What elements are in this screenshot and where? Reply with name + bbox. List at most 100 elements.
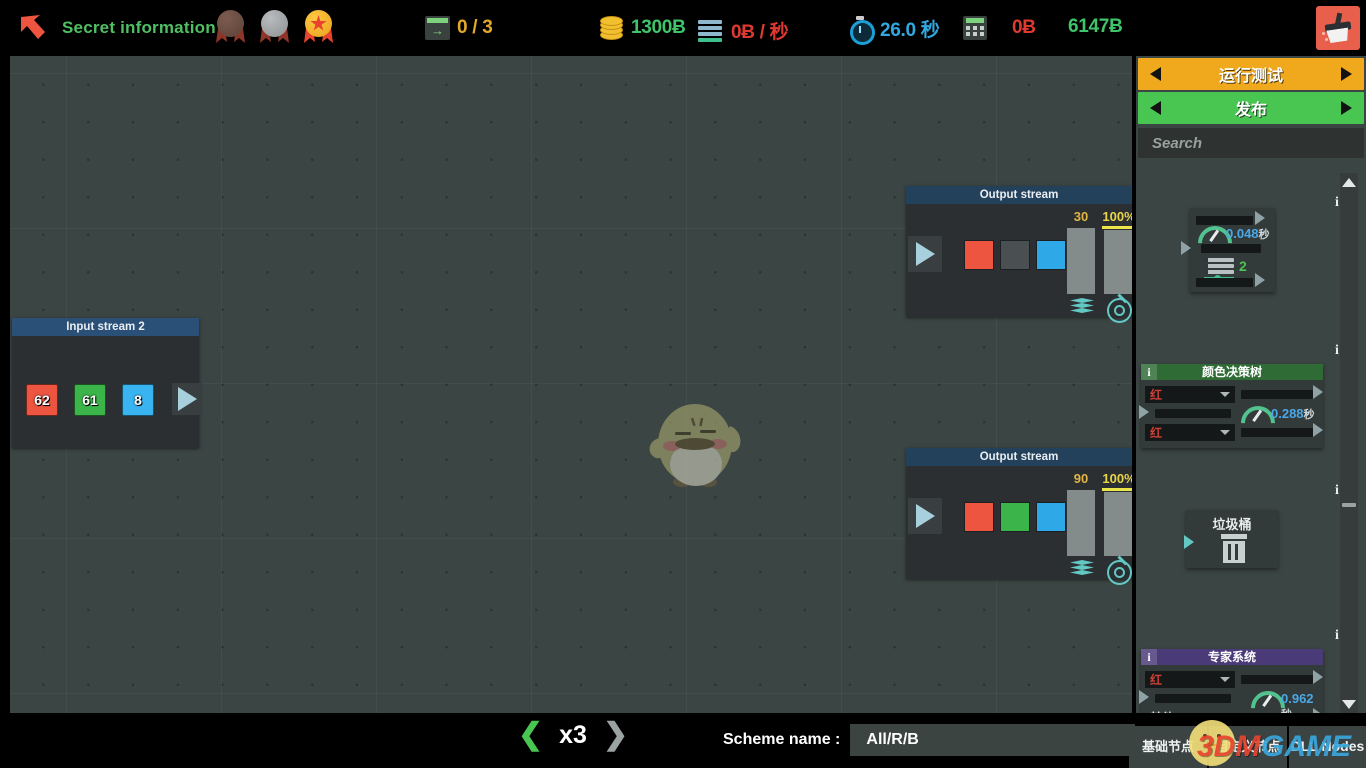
medal-gold bbox=[301, 10, 335, 46]
node-time-value: 0.048 bbox=[1226, 226, 1259, 241]
node-time-label: 0.288秒 bbox=[1271, 406, 1315, 422]
output-stream-input-port[interactable] bbox=[908, 498, 942, 534]
output-pattern bbox=[964, 502, 1066, 532]
layers-icon bbox=[1070, 560, 1094, 577]
node-input-port[interactable] bbox=[1184, 535, 1194, 549]
pattern-square-green bbox=[1000, 502, 1030, 532]
speed-decrease-button[interactable]: ❮ bbox=[518, 720, 543, 750]
color-dropdown-top[interactable]: 红 bbox=[1145, 386, 1235, 403]
publish-label: 发布 bbox=[1234, 102, 1267, 119]
target-icon bbox=[1107, 298, 1132, 323]
node-output-port[interactable] bbox=[1255, 273, 1265, 287]
palette-item-color-decision-tree[interactable]: i i 颜色决策树 红 0.288秒 红 bbox=[1136, 342, 1348, 482]
timer-node-card[interactable]: 0.048秒 2 bbox=[1181, 208, 1275, 292]
card-header: i 专家系统 bbox=[1141, 649, 1323, 665]
node-slot[interactable] bbox=[1196, 216, 1253, 225]
tab-dll-nodes[interactable]: DLL Nodes bbox=[1289, 726, 1366, 768]
palette-item-trash-can[interactable]: i 垃圾桶 bbox=[1136, 482, 1348, 627]
input-block[interactable]: 61 bbox=[74, 384, 106, 416]
stat-money: 1300Ƀ bbox=[598, 16, 686, 40]
search-field[interactable] bbox=[1138, 128, 1364, 158]
scroll-up-button[interactable] bbox=[1340, 173, 1358, 191]
scheme-name-row: Scheme name : bbox=[723, 724, 1136, 756]
node-canvas[interactable]: Input stream 2 62 61 8 Output stream 30 … bbox=[10, 56, 1132, 713]
node-slot[interactable] bbox=[1241, 390, 1313, 399]
pattern-square-red bbox=[964, 240, 994, 270]
input-stream-title: Input stream 2 bbox=[12, 318, 199, 336]
info-icon[interactable]: i bbox=[1141, 649, 1157, 665]
input-block-value: 62 bbox=[34, 392, 50, 408]
output-percent-label: 100% bbox=[1102, 471, 1132, 486]
expert-system-card[interactable]: i 专家系统 红 0.962秒 bbox=[1139, 649, 1323, 713]
stat-money-value: 1300Ƀ bbox=[631, 17, 686, 38]
node-slot[interactable] bbox=[1196, 278, 1253, 287]
speed-increase-button[interactable]: ❯ bbox=[603, 720, 628, 750]
pattern-square-blue bbox=[1036, 240, 1066, 270]
trash-icon bbox=[1221, 534, 1247, 563]
tab-basic-nodes[interactable]: 基础节点 bbox=[1129, 726, 1207, 768]
input-stream-output-port[interactable] bbox=[172, 383, 202, 415]
palette-scrollbar[interactable] bbox=[1340, 173, 1358, 713]
scheme-name-input[interactable] bbox=[864, 730, 1129, 750]
input-block-list: 62 61 8 bbox=[26, 384, 154, 416]
node-time-value: 0.288 bbox=[1271, 406, 1304, 421]
color-decision-tree-card[interactable]: i 颜色决策树 红 0.288秒 红 bbox=[1139, 364, 1323, 448]
output-count-label: 90 bbox=[1073, 471, 1089, 486]
node-output-port[interactable] bbox=[1313, 385, 1323, 399]
medal-bronze bbox=[213, 10, 247, 46]
input-block-value: 61 bbox=[82, 392, 98, 408]
output-percent-line bbox=[1102, 226, 1132, 229]
stat-cost-value: 0Ƀ bbox=[1012, 17, 1036, 38]
color-dropdown-bottom[interactable]: 红 bbox=[1145, 424, 1235, 441]
play-right-icon bbox=[1341, 67, 1352, 81]
scheme-name-field[interactable] bbox=[850, 724, 1136, 756]
output-stream-node[interactable]: Output stream 90 100% bbox=[906, 448, 1132, 585]
clear-board-button[interactable] bbox=[1316, 6, 1360, 50]
color-dropdown-top[interactable]: 红 bbox=[1145, 671, 1235, 688]
run-test-button[interactable]: 运行测试 bbox=[1138, 58, 1364, 90]
chevron-down-icon bbox=[1220, 392, 1230, 397]
output-stream-node[interactable]: Output stream 30 100% bbox=[906, 186, 1132, 323]
node-list[interactable]: i 0.048秒 2 i i 颜色决策树 红 0.288秒 红 i 垃圾桶 i … bbox=[1136, 180, 1348, 713]
output-count-bar bbox=[1067, 490, 1095, 556]
node-slot[interactable] bbox=[1155, 694, 1231, 703]
node-input-port[interactable] bbox=[1181, 241, 1191, 255]
node-output-port[interactable] bbox=[1313, 423, 1323, 437]
tab-custom-nodes[interactable]: 自定义节点 bbox=[1209, 726, 1287, 768]
node-input-port[interactable] bbox=[1139, 690, 1149, 704]
pattern-square-blue bbox=[1036, 502, 1066, 532]
output-stream-title: Output stream bbox=[906, 186, 1132, 204]
node-slot[interactable] bbox=[1155, 409, 1231, 418]
input-block-value: 8 bbox=[134, 392, 142, 408]
stat-cost: 0Ƀ bbox=[963, 16, 1036, 40]
output-stream-input-port[interactable] bbox=[908, 236, 942, 272]
scrollbar-thumb[interactable] bbox=[1342, 503, 1356, 507]
back-arrow-icon[interactable] bbox=[18, 14, 48, 42]
input-block[interactable]: 62 bbox=[26, 384, 58, 416]
play-right-icon bbox=[1341, 101, 1352, 115]
node-slot[interactable] bbox=[1241, 428, 1313, 437]
palette-item-expert-system[interactable]: i i 专家系统 红 0.962 bbox=[1136, 627, 1348, 713]
stopwatch-icon bbox=[848, 16, 875, 45]
palette-item-timer[interactable]: i 0.048秒 2 bbox=[1136, 180, 1348, 342]
input-block[interactable]: 8 bbox=[122, 384, 154, 416]
scroll-down-button[interactable] bbox=[1340, 695, 1358, 713]
stat-total: 6147Ƀ bbox=[1068, 16, 1123, 38]
node-output-port[interactable] bbox=[1255, 211, 1265, 225]
gauge-icon bbox=[1243, 683, 1293, 713]
info-icon[interactable]: i bbox=[1141, 364, 1157, 380]
gauge-icon bbox=[1233, 398, 1283, 448]
input-stream-node[interactable]: Input stream 2 62 61 8 bbox=[12, 318, 202, 448]
dropdown-value: 红 bbox=[1150, 673, 1163, 687]
output-percent-label: 100% bbox=[1102, 209, 1132, 224]
publish-button[interactable]: 发布 bbox=[1138, 92, 1364, 124]
node-input-port[interactable] bbox=[1139, 405, 1149, 419]
output-percent-bar bbox=[1104, 230, 1132, 294]
node-slot[interactable] bbox=[1241, 675, 1313, 684]
page-title: Secret information bbox=[62, 18, 216, 37]
node-slot[interactable] bbox=[1201, 244, 1261, 253]
node-output-port[interactable] bbox=[1313, 670, 1323, 684]
target-icon bbox=[1107, 560, 1132, 585]
trash-can-card[interactable]: 垃圾桶 bbox=[1184, 510, 1278, 568]
search-input[interactable] bbox=[1150, 133, 1344, 153]
